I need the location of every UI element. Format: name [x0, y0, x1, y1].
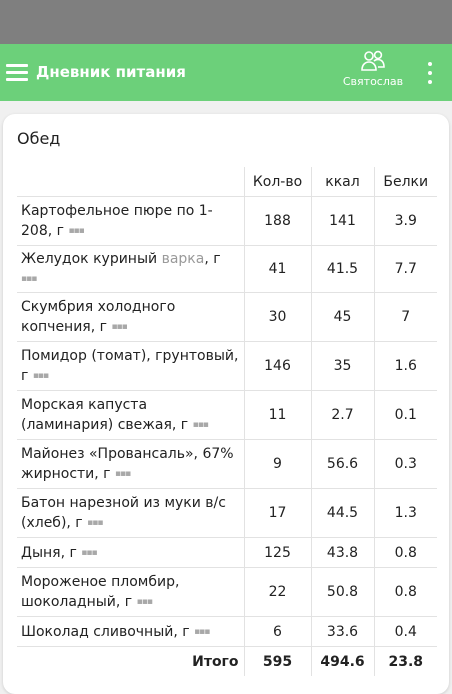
food-name-cell: Майонез «Провансаль», 67% жирности, г ▪▪…	[17, 439, 244, 489]
qty-cell: 188	[243, 196, 311, 246]
kcal-cell: 35	[310, 341, 374, 391]
table-row[interactable]: Батон нарезной из муки в/с (хлеб), г ▪▪▪…	[17, 488, 437, 538]
kcal-cell: 45	[310, 292, 374, 342]
status-bar	[0, 0, 452, 44]
table-row[interactable]: Помидор (томат), грунтовый, г ▪▪▪ 146 35…	[17, 341, 437, 391]
kcal-cell: 44.5	[310, 488, 374, 538]
column-header-qty: Кол-во	[243, 167, 311, 197]
kcal-cell: 56.6	[310, 439, 374, 489]
food-name: Дыня, г	[21, 544, 77, 561]
table-header-row: Кол-во ккал Белки	[17, 167, 437, 197]
food-name-cell: Мороженое пломбир, шоколадный, г ▪▪▪	[17, 567, 244, 617]
row-menu-icon[interactable]: ▪▪▪	[21, 274, 37, 284]
food-name-cell: Картофельное пюре по 1-208, г ▪▪▪	[17, 196, 244, 246]
food-table: Кол-во ккал Белки Картофельное пюре по 1…	[17, 167, 437, 676]
protein-cell: 7.7	[373, 245, 437, 293]
qty-cell: 6	[243, 616, 311, 647]
app-bar: Дневник питания Святослав	[0, 44, 452, 101]
qty-cell: 9	[243, 439, 311, 489]
food-name: Помидор (томат), грунтовый, г	[21, 348, 239, 384]
user-name: Святослав	[342, 75, 404, 88]
kcal-cell: 43.8	[310, 537, 374, 568]
food-name-cell: Скумбрия холодного копчения, г ▪▪▪	[17, 292, 244, 342]
row-menu-icon[interactable]: ▪▪▪	[115, 469, 131, 479]
user-profile-button[interactable]: Святослав	[336, 50, 410, 96]
food-name: Морская капуста (ламинария) свежая, г	[21, 397, 189, 433]
total-row: Итого 595 494.6 23.8	[17, 646, 437, 676]
qty-cell: 30	[243, 292, 311, 342]
qty-cell: 17	[243, 488, 311, 538]
protein-cell: 0.3	[373, 439, 437, 489]
food-name-cell: Морская капуста (ламинария) свежая, г ▪▪…	[17, 390, 244, 440]
food-name: Батон нарезной из муки в/с (хлеб), г	[21, 495, 226, 531]
protein-cell: 3.9	[373, 196, 437, 246]
column-header-name	[17, 167, 244, 197]
qty-cell: 22	[243, 567, 311, 617]
row-menu-icon[interactable]: ▪▪▪	[87, 518, 103, 528]
table-row[interactable]: Картофельное пюре по 1-208, г ▪▪▪ 188 14…	[17, 196, 437, 246]
table-row[interactable]: Скумбрия холодного копчения, г ▪▪▪ 30 45…	[17, 292, 437, 342]
hamburger-menu-icon[interactable]	[6, 64, 28, 81]
qty-cell: 125	[243, 537, 311, 568]
table-row[interactable]: Морская капуста (ламинария) свежая, г ▪▪…	[17, 390, 437, 440]
row-menu-icon[interactable]: ▪▪▪	[111, 322, 127, 332]
app-title: Дневник питания	[36, 63, 186, 81]
food-name-cell: Батон нарезной из муки в/с (хлеб), г ▪▪▪	[17, 488, 244, 538]
meal-title: Обед	[17, 129, 61, 148]
food-name: Желудок куриный	[21, 251, 158, 267]
total-protein: 23.8	[373, 646, 437, 676]
row-menu-icon[interactable]: ▪▪▪	[33, 371, 49, 381]
food-name-cell: Шоколад сливочный, г ▪▪▪	[17, 616, 244, 647]
row-menu-icon[interactable]: ▪▪▪	[194, 627, 210, 637]
kcal-cell: 41.5	[310, 245, 374, 293]
column-header-kcal: ккал	[310, 167, 374, 197]
kcal-cell: 2.7	[310, 390, 374, 440]
protein-cell: 1.3	[373, 488, 437, 538]
meal-card: Обед Кол-во ккал Белки Картофельное пюре…	[3, 114, 449, 694]
protein-cell: 0.8	[373, 567, 437, 617]
table-row[interactable]: Мороженое пломбир, шоколадный, г ▪▪▪ 22 …	[17, 567, 437, 617]
protein-cell: 0.8	[373, 537, 437, 568]
food-name: Мороженое пломбир, шоколадный, г	[21, 574, 180, 610]
protein-cell: 7	[373, 292, 437, 342]
food-name-cell: Помидор (томат), грунтовый, г ▪▪▪	[17, 341, 244, 391]
protein-cell: 0.4	[373, 616, 437, 647]
row-menu-icon[interactable]: ▪▪▪	[137, 597, 153, 607]
food-name: Шоколад сливочный, г	[21, 623, 190, 640]
kcal-cell: 50.8	[310, 567, 374, 617]
total-qty: 595	[243, 646, 311, 676]
qty-cell: 146	[243, 341, 311, 391]
food-name-cell: Желудок куриный варка, г ▪▪▪	[17, 245, 244, 293]
food-brand: варка	[161, 251, 205, 267]
row-menu-icon[interactable]: ▪▪▪	[68, 226, 84, 236]
table-row[interactable]: Дыня, г ▪▪▪ 125 43.8 0.8	[17, 537, 437, 568]
kcal-cell: 141	[310, 196, 374, 246]
protein-cell: 1.6	[373, 341, 437, 391]
table-row[interactable]: Майонез «Провансаль», 67% жирности, г ▪▪…	[17, 439, 437, 489]
kcal-cell: 33.6	[310, 616, 374, 647]
more-options-icon[interactable]	[420, 58, 440, 88]
row-menu-icon[interactable]: ▪▪▪	[81, 548, 97, 558]
qty-cell: 41	[243, 245, 311, 293]
total-kcal: 494.6	[310, 646, 374, 676]
qty-cell: 11	[243, 390, 311, 440]
column-header-protein: Белки	[373, 167, 437, 197]
table-row[interactable]: Желудок куриный варка, г ▪▪▪ 41 41.5 7.7	[17, 245, 437, 293]
protein-cell: 0.1	[373, 390, 437, 440]
table-row[interactable]: Шоколад сливочный, г ▪▪▪ 6 33.6 0.4	[17, 616, 437, 647]
total-label: Итого	[192, 653, 239, 670]
row-menu-icon[interactable]: ▪▪▪	[193, 420, 209, 430]
food-unit: , г	[204, 251, 221, 267]
people-icon	[361, 50, 385, 71]
food-name: Скумбрия холодного копчения, г	[21, 299, 176, 335]
food-name: Картофельное пюре по 1-208, г	[21, 203, 213, 239]
food-name-cell: Дыня, г ▪▪▪	[17, 537, 244, 568]
